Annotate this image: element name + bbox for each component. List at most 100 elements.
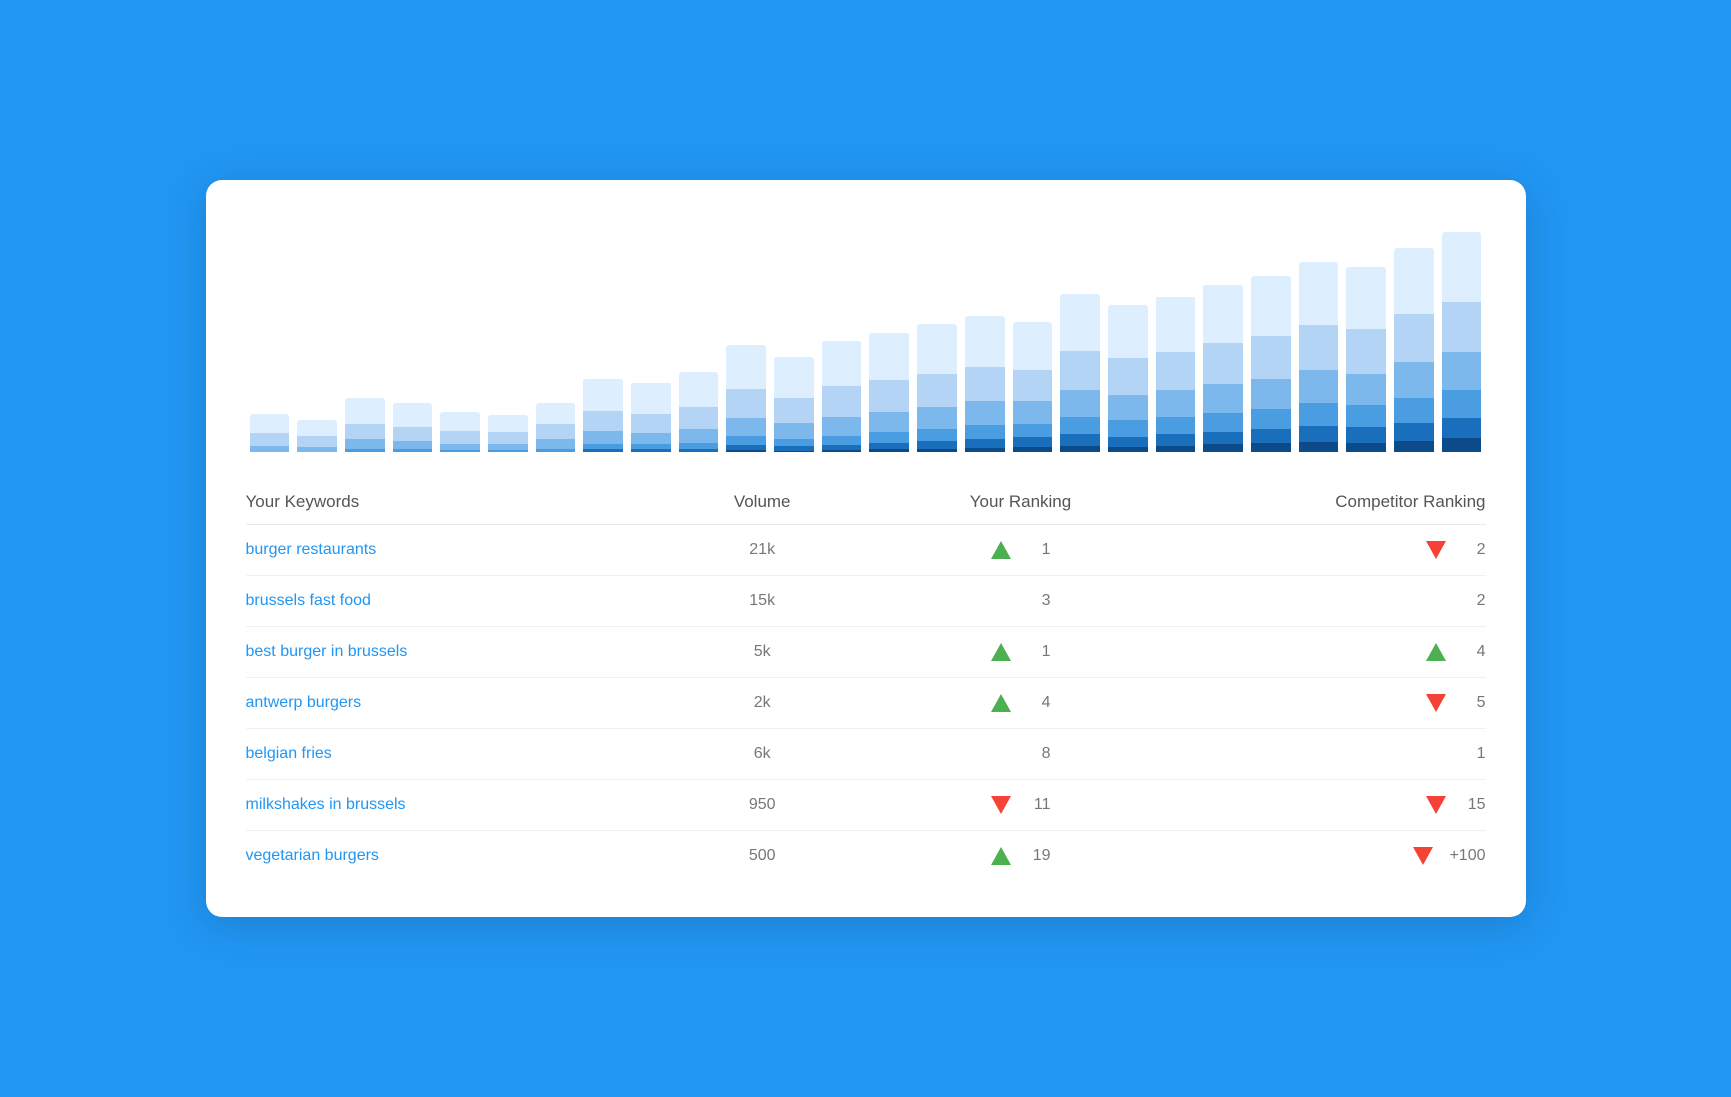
bar-segment — [1394, 398, 1434, 423]
bar-segment — [631, 449, 671, 452]
bar-group — [1299, 262, 1339, 452]
bar-group — [1394, 248, 1434, 452]
arrow-up-icon — [991, 694, 1011, 712]
col-header-keywords: Your Keywords — [246, 492, 659, 512]
keyword-cell[interactable]: vegetarian burgers — [246, 847, 659, 865]
keyword-cell[interactable]: belgian fries — [246, 745, 659, 763]
bar-group — [631, 382, 671, 452]
arrow-up-icon — [991, 643, 1011, 661]
bar-segment — [726, 345, 766, 389]
bar-segment — [250, 433, 290, 446]
bar-segment — [917, 429, 957, 442]
bar-segment — [488, 432, 528, 443]
bar-segment — [1346, 329, 1386, 373]
bar-group — [965, 316, 1005, 452]
arrow-down-icon — [991, 796, 1011, 814]
bar-segment — [1156, 446, 1196, 452]
bar-segment — [1013, 437, 1053, 446]
bar-segment — [297, 420, 337, 436]
bar-segment — [965, 439, 1005, 448]
bar-group — [250, 414, 290, 452]
bar-segment — [869, 380, 909, 412]
keyword-cell[interactable]: burger restaurants — [246, 541, 659, 559]
bar-segment — [1013, 401, 1053, 423]
bar-segment — [393, 403, 433, 427]
bar-segment — [917, 441, 957, 449]
bar-group — [536, 403, 576, 452]
bar-segment — [1394, 248, 1434, 314]
bar-segment — [1251, 409, 1291, 429]
bar-segment — [774, 423, 814, 439]
bar-segment — [488, 450, 528, 452]
bar-group — [297, 420, 337, 452]
bar-segment — [869, 432, 909, 443]
keyword-cell[interactable]: milkshakes in brussels — [246, 796, 659, 814]
bar-segment — [1156, 297, 1196, 353]
competitor-ranking-cell: 2 — [1176, 541, 1486, 559]
bar-segment — [1013, 424, 1053, 438]
arrow-down-icon — [1426, 796, 1446, 814]
bar — [250, 414, 290, 452]
bar-segment — [1299, 370, 1339, 403]
bar-segment — [1156, 352, 1196, 390]
keyword-cell[interactable]: brussels fast food — [246, 592, 659, 610]
bar-group — [1060, 294, 1100, 452]
bar-segment — [536, 424, 576, 440]
competitor-ranking-cell: 15 — [1176, 796, 1486, 814]
your-rank-number: 11 — [1027, 796, 1051, 814]
bar-segment — [250, 446, 290, 452]
bar-group — [774, 357, 814, 452]
bar-segment — [345, 439, 385, 448]
bar-segment — [1442, 418, 1482, 438]
bar-group — [917, 324, 957, 452]
bar-segment — [1108, 358, 1148, 395]
volume-cell: 500 — [659, 847, 866, 865]
competitor-ranking-cell: 2 — [1176, 592, 1486, 610]
bar-segment — [297, 447, 337, 452]
bar-segment — [345, 398, 385, 423]
table-row: milkshakes in brussels9501115 — [246, 780, 1486, 831]
bar-segment — [1013, 322, 1053, 369]
bar-group — [726, 345, 766, 452]
bar-segment — [1060, 390, 1100, 417]
keywords-table: Your Keywords Volume Your Ranking Compet… — [246, 484, 1486, 881]
bar-group — [345, 398, 385, 452]
bar-group — [1156, 296, 1196, 452]
bar-segment — [679, 449, 719, 452]
bar-segment — [583, 431, 623, 444]
bar — [1013, 322, 1053, 452]
comp-rank-number: 2 — [1462, 541, 1486, 559]
bar-segment — [1394, 441, 1434, 452]
bar — [1394, 248, 1434, 452]
bar-segment — [1108, 305, 1148, 359]
bar-segment — [440, 431, 480, 444]
bar-segment — [250, 414, 290, 433]
bar-segment — [1156, 417, 1196, 435]
arrow-up-icon — [991, 541, 1011, 559]
bar — [917, 324, 957, 452]
bar-segment — [869, 412, 909, 432]
bar-segment — [679, 407, 719, 429]
bar-segment — [1156, 434, 1196, 445]
bar-segment — [536, 403, 576, 423]
table-row: antwerp burgers2k45 — [246, 678, 1486, 729]
bar-segment — [869, 449, 909, 452]
bar-segment — [631, 433, 671, 444]
bar-segment — [440, 412, 480, 431]
bar-segment — [1203, 444, 1243, 452]
bar-segment — [726, 450, 766, 452]
bar-segment — [1060, 351, 1100, 390]
table-body: burger restaurants21k12brussels fast foo… — [246, 525, 1486, 881]
bar-group — [822, 341, 862, 452]
bar-segment — [869, 333, 909, 380]
bar-segment — [1299, 442, 1339, 452]
table-row: vegetarian burgers50019+100 — [246, 831, 1486, 881]
bar-group — [679, 372, 719, 452]
bar-segment — [1060, 446, 1100, 452]
volume-cell: 2k — [659, 694, 866, 712]
your-rank-number: 4 — [1027, 694, 1051, 712]
keyword-cell[interactable]: antwerp burgers — [246, 694, 659, 712]
bar-segment — [917, 407, 957, 429]
keyword-cell[interactable]: best burger in brussels — [246, 643, 659, 661]
bar-segment — [726, 418, 766, 436]
